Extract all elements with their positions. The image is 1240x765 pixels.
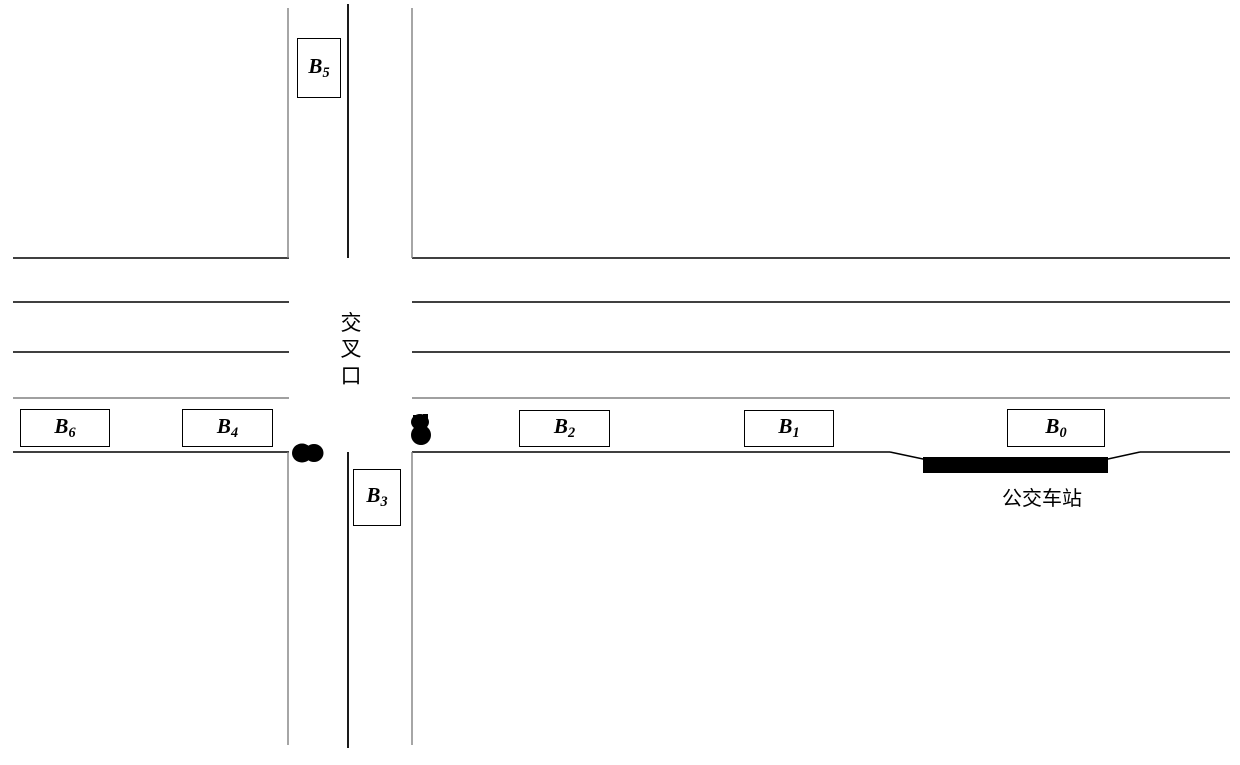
vehicle-base-b5: B: [308, 53, 323, 78]
vehicle-index-b0: 0: [1059, 424, 1067, 441]
vehicle-box-b4[interactable]: B4: [182, 409, 273, 447]
vehicle-base-b6: B: [54, 413, 69, 438]
vehicle-base-b0: B: [1045, 413, 1060, 438]
vehicle-index-b3: 3: [380, 494, 388, 511]
bus-stop-bay-group: [889, 451, 1141, 473]
pedestrian-blob-right-notch2: [423, 414, 428, 422]
intersection-label-char-2: 叉: [340, 337, 362, 362]
vehicle-box-b3[interactable]: B3: [353, 469, 401, 526]
vehicle-label-b2: B2: [553, 414, 576, 442]
intersection-label-char-1: 交: [340, 311, 362, 335]
intersection-label: 交 叉 口: [338, 310, 364, 389]
vehicle-box-b1[interactable]: B1: [744, 410, 834, 447]
vehicle-base-b4: B: [216, 413, 231, 438]
vehicle-box-b6[interactable]: B6: [20, 409, 110, 447]
vehicle-label-b0: B0: [1045, 413, 1067, 441]
vehicle-index-b5: 5: [322, 64, 330, 81]
vehicle-box-b5[interactable]: B5: [297, 38, 341, 98]
road-network-svg: [13, 4, 1230, 748]
vehicle-base-b1: B: [778, 414, 793, 439]
pedestrian-blob-right-notch: [413, 415, 418, 422]
vehicle-index-b4: 4: [230, 424, 239, 441]
intersection-label-char-3: 口: [340, 363, 362, 388]
pedestrian-blob-right-b: [411, 425, 431, 445]
pedestrian-blob-left-b: [304, 444, 324, 462]
vehicle-label-b3: B3: [366, 483, 388, 511]
pedestrian-group-right: [411, 414, 431, 445]
bus-bay-platform: [923, 457, 1108, 473]
bus-stop-caption: 公交车站: [1002, 486, 1082, 510]
vehicle-label-b1: B1: [778, 414, 800, 442]
vehicle-label-b4: B4: [216, 413, 239, 441]
pedestrian-group-left: [292, 443, 324, 463]
vehicle-base-b3: B: [366, 483, 381, 508]
vehicle-label-b6: B6: [54, 413, 76, 441]
intersection-diagram: 交 叉 口 公交车站 B0 B1 B2 B3 B4 B5 B6: [0, 0, 1240, 765]
vehicle-index-b2: 2: [567, 425, 576, 442]
vehicle-box-b2[interactable]: B2: [519, 410, 610, 447]
vehicle-box-b0[interactable]: B0: [1007, 409, 1105, 447]
vehicle-base-b2: B: [553, 414, 568, 439]
vehicle-index-b6: 6: [68, 424, 76, 441]
vehicle-index-b1: 1: [792, 425, 800, 442]
vehicle-label-b5: B5: [308, 53, 330, 81]
